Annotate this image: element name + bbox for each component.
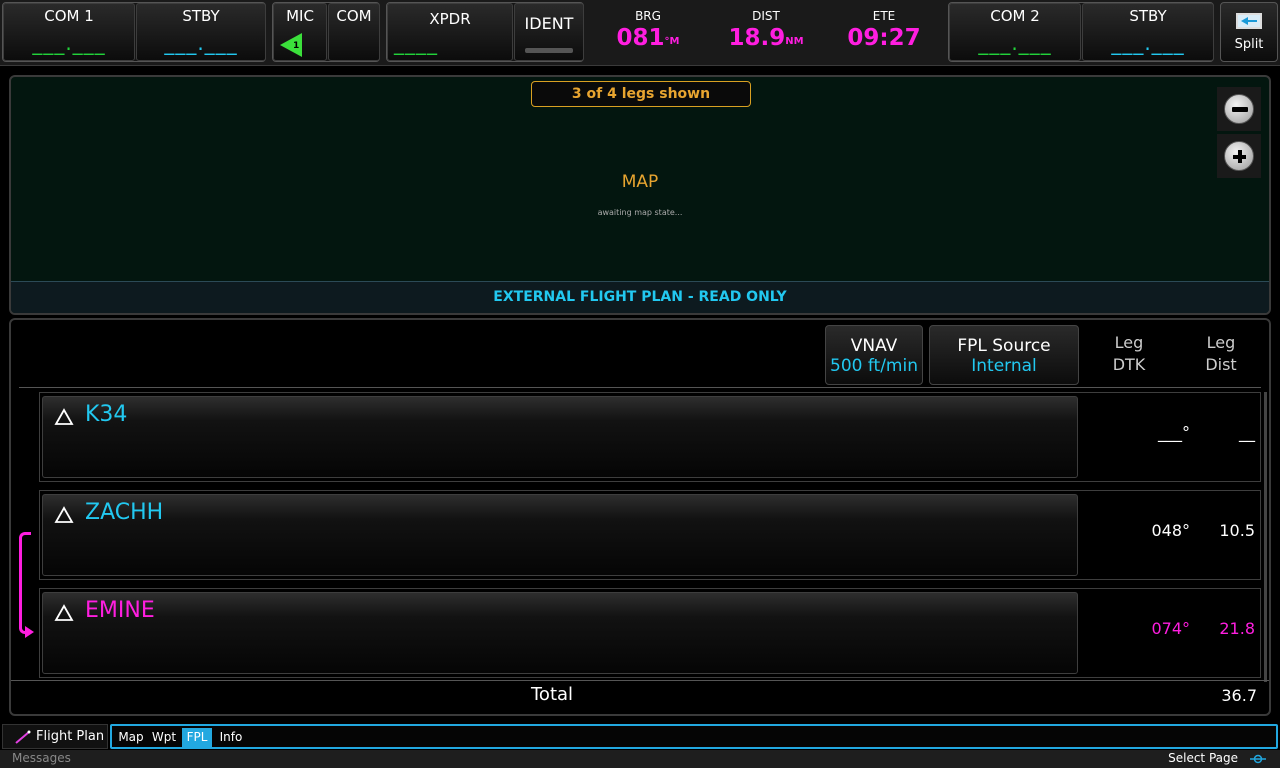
active-leg-arrow-icon — [25, 626, 34, 638]
com1-active-frequency: ___.___ — [32, 31, 106, 55]
leg-dtk: 048° — [1151, 521, 1190, 540]
bottom-bar: Flight Plan Map Wpt FPL Info Messages Se… — [0, 722, 1280, 768]
leg-dtk-header-line1: Leg — [1114, 333, 1144, 352]
audio-group: MIC 1 COM — [272, 2, 380, 62]
messages-label[interactable]: Messages — [12, 751, 71, 765]
top-bar: COM 1 ___.___ STBY ___.___ MIC 1 COM XPD… — [0, 0, 1280, 66]
knob-icon — [1250, 754, 1266, 764]
leg-dist: __ — [1239, 423, 1255, 442]
tab-fpl[interactable]: FPL — [182, 728, 212, 747]
waypoint-button[interactable]: K34 — [42, 396, 1078, 478]
com-audio-button[interactable]: COM — [328, 3, 380, 61]
page-tabs: Map Wpt FPL Info — [110, 724, 1278, 749]
waypoint-button[interactable]: EMINE — [42, 592, 1078, 674]
xpdr-group: XPDR ____ IDENT — [386, 2, 584, 62]
xpdr-label: XPDR — [429, 10, 471, 28]
leg-dist: 21.8 — [1219, 619, 1255, 638]
fpl-source-button[interactable]: FPL Source Internal — [929, 325, 1079, 385]
ete-label: ETE — [872, 9, 896, 23]
leg-dist-header: Leg Dist — [1191, 332, 1251, 376]
com2-active-frequency: ___.___ — [978, 31, 1052, 55]
tab-map[interactable]: Map — [116, 728, 146, 747]
bearing-unit: °M — [664, 36, 680, 47]
leg-dtk-header: Leg DTK — [1099, 332, 1159, 376]
waypoint-ident: K34 — [85, 402, 128, 427]
map-pane[interactable]: 3 of 4 legs shown MAP awaiting map state… — [9, 75, 1271, 315]
split-button[interactable]: Split — [1220, 2, 1278, 62]
com1-group: COM 1 ___.___ STBY ___.___ — [2, 2, 266, 62]
total-label: Total — [531, 684, 574, 705]
com2-label: COM 2 — [990, 7, 1040, 25]
vnav-value: 500 ft/min — [830, 356, 918, 376]
flight-plan-icon — [15, 730, 31, 744]
read-only-banner: EXTERNAL FLIGHT PLAN - READ ONLY — [11, 281, 1269, 313]
zoom-out-button[interactable] — [1217, 87, 1261, 131]
leg-dist: 10.5 — [1219, 521, 1255, 540]
ident-button[interactable]: IDENT — [514, 3, 584, 61]
vnav-button[interactable]: VNAV 500 ft/min — [825, 325, 923, 385]
leg-dtk: ___° — [1158, 423, 1190, 442]
distance-value: 18.9 — [728, 25, 786, 51]
ident-label: IDENT — [524, 14, 574, 33]
xpdr-button[interactable]: XPDR ____ — [387, 3, 513, 61]
split-screen-icon — [1236, 13, 1262, 29]
com2-standby-label: STBY — [1129, 7, 1167, 25]
legs-shown-badge: 3 of 4 legs shown — [531, 81, 751, 107]
waypoint-row[interactable]: ZACHH 048° 10.5 — [39, 490, 1261, 580]
com1-label: COM 1 — [44, 7, 94, 25]
distance-label: DIST — [752, 9, 780, 23]
com2-active-button[interactable]: COM 2 ___.___ — [949, 3, 1081, 61]
distance-unit: NM — [785, 36, 804, 47]
leg-dist-header-line1: Leg — [1206, 333, 1236, 352]
fpl-source-label: FPL Source — [957, 336, 1051, 356]
split-label: Split — [1234, 37, 1264, 52]
mic-button[interactable]: MIC 1 — [273, 3, 327, 61]
waypoint-row[interactable]: K34 ___° __ — [39, 392, 1261, 482]
leg-dist-header-line2: Dist — [1205, 355, 1237, 374]
leg-dtk: 074° — [1151, 619, 1190, 638]
tab-wpt[interactable]: Wpt — [148, 728, 180, 747]
bearing-value: 081 — [616, 25, 665, 51]
total-distance: 36.7 — [1221, 686, 1257, 705]
map-status: awaiting map state... — [597, 208, 683, 217]
flight-plan-app-label: Flight Plan — [36, 729, 105, 744]
com-audio-label: COM — [336, 7, 372, 25]
map-title: MAP — [621, 172, 659, 192]
ete-value: 09:27 — [847, 25, 921, 51]
mic-label: MIC — [286, 7, 314, 25]
fpl-source-value: Internal — [971, 356, 1037, 376]
active-leg-bracket — [19, 532, 31, 634]
flight-plan-app-tab[interactable]: Flight Plan — [2, 724, 108, 749]
ident-indicator — [525, 48, 573, 53]
select-page-label: Select Page — [1168, 751, 1238, 765]
com1-standby-label: STBY — [182, 7, 220, 25]
com1-active-button[interactable]: COM 1 ___.___ — [3, 3, 135, 61]
waypoint-ident: ZACHH — [85, 500, 164, 525]
com1-standby-frequency: ___.___ — [164, 31, 238, 55]
minus-icon — [1232, 106, 1248, 112]
vnav-label: VNAV — [850, 336, 898, 356]
message-bar: Messages Select Page — [0, 750, 1280, 768]
com1-standby-button[interactable]: STBY ___.___ — [136, 3, 266, 61]
total-divider — [11, 680, 1269, 681]
flight-plan-panel: VNAV 500 ft/min FPL Source Internal Leg … — [9, 318, 1271, 716]
com2-group: COM 2 ___.___ STBY ___.___ — [948, 2, 1214, 62]
bearing-label: BRG — [635, 9, 661, 23]
leg-dtk-header-line2: DTK — [1112, 355, 1146, 374]
waypoint-row[interactable]: EMINE 074° 21.8 — [39, 588, 1261, 678]
header-divider — [19, 387, 1261, 388]
waypoint-ident: EMINE — [85, 598, 155, 623]
mic-number: 1 — [293, 41, 300, 51]
com2-standby-button[interactable]: STBY ___.___ — [1082, 3, 1214, 61]
xpdr-code: ____ — [394, 31, 438, 55]
com2-standby-frequency: ___.___ — [1111, 31, 1185, 55]
scrollbar[interactable] — [1264, 392, 1267, 682]
tab-info[interactable]: Info — [216, 728, 246, 747]
waypoint-button[interactable]: ZACHH — [42, 494, 1078, 576]
zoom-in-button[interactable] — [1217, 134, 1261, 178]
plus-icon — [1224, 141, 1254, 171]
